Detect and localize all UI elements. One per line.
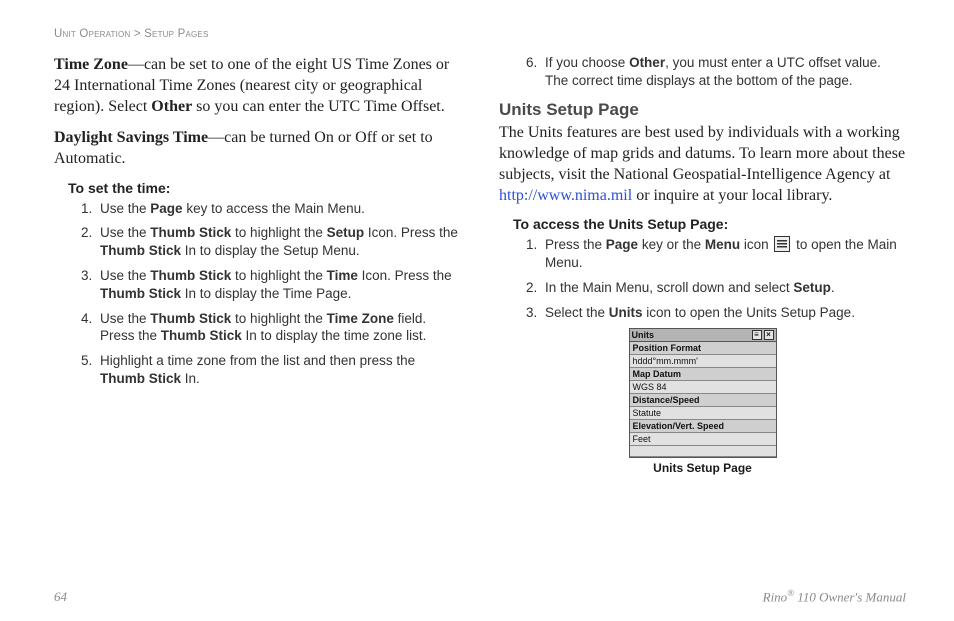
- list-item: Press the Page key or the Menu icon to o…: [541, 236, 906, 272]
- list-item: In the Main Menu, scroll down and select…: [541, 279, 906, 297]
- figure-row-blank: [630, 446, 776, 457]
- list-item: Use the Thumb Stick to highlight the Tim…: [96, 267, 461, 303]
- page-number: 64: [54, 589, 67, 605]
- figure-row-value: Feet: [630, 433, 776, 446]
- breadcrumb-a: Unit Operation: [54, 28, 130, 40]
- figure-row-value: hddd°mm.mmm': [630, 355, 776, 368]
- term-time-zone: Time Zone: [54, 56, 128, 73]
- list-item: Use the Page key to access the Main Menu…: [96, 200, 461, 218]
- para-dst: Daylight Savings Time—can be turned On o…: [54, 127, 461, 169]
- manual-title: Rino® 110 Owner's Manual: [763, 588, 906, 605]
- heading-units-setup: Units Setup Page: [499, 100, 906, 120]
- figure-title-text: Units: [632, 330, 655, 340]
- list-item: Highlight a time zone from the list and …: [96, 352, 461, 388]
- steps-set-time-cont: If you choose Other, you must enter a UT…: [499, 54, 906, 90]
- content-columns: Time Zone—can be set to one of the eight…: [54, 54, 906, 475]
- para-time-zone: Time Zone—can be set to one of the eight…: [54, 54, 461, 117]
- page-footer: 64 Rino® 110 Owner's Manual: [54, 588, 906, 605]
- menu-icon: ≡: [752, 330, 762, 340]
- figure-units-setup: Units ≡ × Position Format hddd°mm.mmm' M…: [629, 328, 777, 475]
- right-column: If you choose Other, you must enter a UT…: [499, 54, 906, 475]
- heading-set-time: To set the time:: [68, 180, 461, 196]
- term-other: Other: [151, 98, 192, 115]
- figure-row-label: Position Format: [630, 342, 776, 355]
- figure-row-value: Statute: [630, 407, 776, 420]
- list-item: If you choose Other, you must enter a UT…: [541, 54, 906, 90]
- term-dst: Daylight Savings Time: [54, 129, 208, 146]
- close-icon: ×: [764, 330, 774, 340]
- breadcrumb-sep: >: [134, 28, 141, 40]
- left-column: Time Zone—can be set to one of the eight…: [54, 54, 461, 475]
- breadcrumb: Unit Operation > Setup Pages: [54, 28, 906, 40]
- figure-titlebar: Units ≡ ×: [630, 329, 776, 342]
- list-item: Use the Thumb Stick to highlight the Set…: [96, 224, 461, 260]
- figure-caption: Units Setup Page: [629, 461, 777, 475]
- para-units-intro: The Units features are best used by indi…: [499, 122, 906, 206]
- menu-icon: [774, 236, 790, 252]
- heading-access-units: To access the Units Setup Page:: [513, 216, 906, 232]
- list-item: Select the Units icon to open the Units …: [541, 304, 906, 322]
- link-nima[interactable]: http://www.nima.mil: [499, 187, 632, 204]
- figure-row-label: Elevation/Vert. Speed: [630, 420, 776, 433]
- steps-set-time: Use the Page key to access the Main Menu…: [54, 200, 461, 388]
- steps-access-units: Press the Page key or the Menu icon to o…: [499, 236, 906, 321]
- breadcrumb-b: Setup Pages: [144, 28, 208, 40]
- figure-row-label: Distance/Speed: [630, 394, 776, 407]
- figure-row-label: Map Datum: [630, 368, 776, 381]
- figure-row-value: WGS 84: [630, 381, 776, 394]
- list-item: Use the Thumb Stick to highlight the Tim…: [96, 310, 461, 346]
- figure-screenshot: Units ≡ × Position Format hddd°mm.mmm' M…: [629, 328, 777, 458]
